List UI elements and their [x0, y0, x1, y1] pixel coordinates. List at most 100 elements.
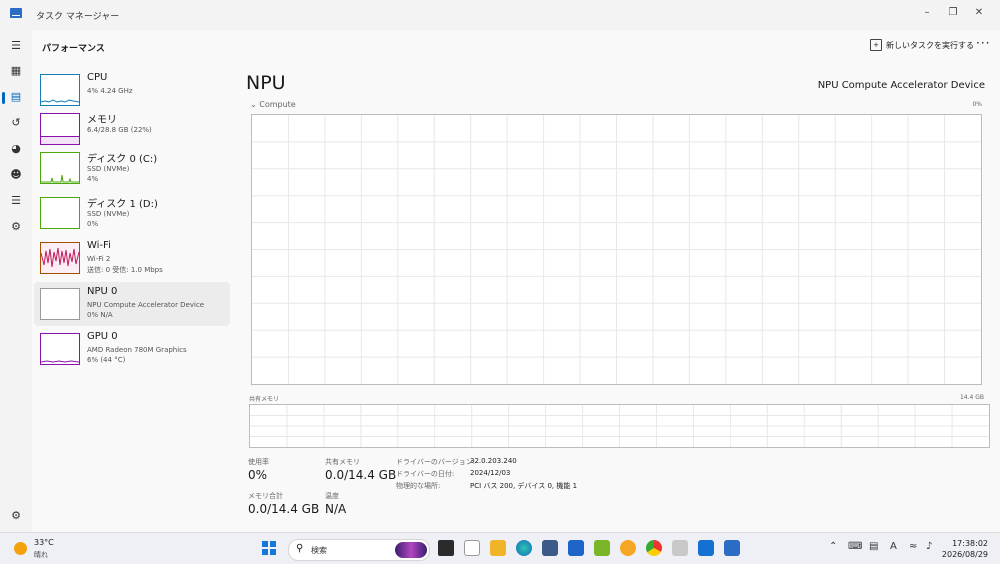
compute-graph: [251, 114, 982, 385]
task-manager-taskbar-icon[interactable]: [724, 540, 740, 556]
perf-item-detail: 送信: 0 受信: 1.0 Mbps: [87, 266, 163, 274]
file-explorer-icon[interactable]: [490, 540, 506, 556]
npu-thumbnail-graph: [40, 288, 80, 320]
startup-icon[interactable]: ◕: [8, 141, 24, 157]
disk0-thumbnail-graph: [40, 152, 80, 184]
chevron-down-icon: ⌄: [250, 100, 257, 109]
clock[interactable]: 17:38:02 2026/08/29: [942, 538, 988, 560]
performance-icon[interactable]: ▤: [8, 89, 24, 105]
app-history-icon[interactable]: ↺: [8, 115, 24, 131]
perf-item-detail: AMD Radeon 780M Graphics: [87, 346, 187, 354]
windows-start-icon[interactable]: [262, 541, 276, 555]
taskbar-search[interactable]: ⚲ 検索: [288, 539, 430, 561]
perf-item-detail: 0% N/A: [87, 311, 113, 319]
device-name: NPU Compute Accelerator Device: [817, 80, 985, 91]
perf-item-detail: 4%: [87, 175, 99, 183]
driver-version-value: 32.0.203.240: [470, 457, 517, 465]
app-icon-orange[interactable]: [620, 540, 636, 556]
more-options-button[interactable]: ···: [976, 36, 990, 50]
perf-item-npu[interactable]: NPU 0 NPU Compute Accelerator Device 0% …: [34, 282, 230, 326]
perf-item-wifi[interactable]: Wi-Fi Wi-Fi 2 送信: 0 受信: 1.0 Mbps: [34, 236, 230, 280]
perf-item-detail: SSD (NVMe): [87, 165, 130, 173]
perf-item-name: メモリ: [87, 115, 117, 126]
gpu-thumbnail-graph: [40, 333, 80, 365]
maximize-button[interactable]: ❐: [943, 4, 963, 22]
run-task-label: 新しいタスクを実行する: [886, 40, 974, 50]
compute-graph-max: 0%: [972, 101, 982, 108]
ime-mode-icon[interactable]: A: [890, 541, 897, 552]
keyboard-icon[interactable]: ⌨: [848, 541, 862, 552]
hamburger-icon[interactable]: ☰: [8, 38, 24, 54]
perf-item-name: Wi-Fi: [87, 240, 111, 251]
settings-icon[interactable]: ⚙: [8, 508, 24, 524]
disk1-thumbnail-graph: [40, 197, 80, 229]
navigation-rail: ☰ ▦ ▤ ↺ ◕ ☻ ☰ ⚙ ⚙: [0, 30, 32, 532]
compute-graph-label[interactable]: ⌄ Compute: [250, 100, 296, 109]
driver-date-label: ドライバーの日付:: [396, 470, 455, 478]
perf-item-name: ディスク 0 (C:): [87, 154, 158, 165]
services-icon[interactable]: ⚙: [8, 219, 24, 235]
task-manager-icon: [10, 8, 22, 18]
shared-memory-graph-label: 共有メモリ: [249, 396, 280, 403]
compute-graph-grid: [252, 115, 981, 384]
widgets-icon[interactable]: [464, 540, 480, 556]
npu-detail-panel: NPU NPU Compute Accelerator Device ⌄ Com…: [234, 62, 1000, 532]
location-label: 物理的な場所:: [396, 482, 441, 490]
wifi-thumbnail-graph: [40, 242, 80, 274]
temperature-label: 温度: [325, 492, 339, 500]
cpu-thumbnail-graph: [40, 74, 80, 106]
task-view-icon[interactable]: [438, 540, 454, 556]
temperature-value: N/A: [325, 502, 347, 516]
shared-memory-value: 0.0/14.4 GB: [325, 468, 397, 482]
details-icon[interactable]: ☰: [8, 193, 24, 209]
perf-item-disk-1[interactable]: ディスク 1 (D:) SSD (NVMe) 0%: [34, 191, 230, 235]
perf-item-name: CPU: [87, 72, 108, 83]
perf-item-detail: 6% (44 °C): [87, 356, 126, 364]
memory-thumbnail-graph: [40, 113, 80, 145]
minimize-button[interactable]: –: [917, 4, 937, 22]
remote-desktop-icon[interactable]: [698, 540, 714, 556]
window-title: タスク マネージャー: [36, 12, 120, 22]
processes-icon[interactable]: ▦: [8, 63, 24, 79]
performance-list: CPU 4% 4.24 GHz メモリ 6.4/28.8 GB (22%) ディ…: [32, 62, 234, 532]
clock-date: 2026/08/29: [941, 550, 988, 559]
mail-icon[interactable]: [568, 540, 584, 556]
drive-icon[interactable]: ▤: [869, 541, 878, 552]
perf-item-memory[interactable]: メモリ 6.4/28.8 GB (22%): [34, 107, 230, 151]
driver-date-value: 2024/12/03: [470, 469, 511, 477]
run-new-task-button[interactable]: + 新しいタスクを実行する: [870, 39, 974, 51]
command-bar: パフォーマンス + 新しいタスクを実行する ···: [32, 30, 1000, 63]
usage-value: 0%: [248, 468, 268, 482]
volume-icon[interactable]: ♪: [926, 541, 932, 552]
page-title: パフォーマンス: [42, 44, 105, 54]
weather-condition[interactable]: 晴れ: [34, 550, 48, 560]
sun-icon[interactable]: [14, 542, 27, 555]
perf-item-name: ディスク 1 (D:): [87, 199, 158, 210]
perf-item-disk-0[interactable]: ディスク 0 (C:) SSD (NVMe) 4%: [34, 146, 230, 190]
perf-item-detail: Wi-Fi 2: [87, 255, 111, 263]
snipping-tool-icon[interactable]: [672, 540, 688, 556]
shared-memory-graph-max: 14.4 GB: [959, 394, 984, 401]
shared-memory-graph: [249, 404, 990, 448]
close-button[interactable]: ✕: [969, 4, 989, 22]
shared-memory-label: 共有メモリ: [325, 458, 360, 466]
location-value: PCI バス 200, デバイス 0, 機能 1: [470, 482, 578, 490]
search-highlight-image: [395, 542, 427, 558]
chevron-up-icon[interactable]: ⌃: [829, 541, 837, 552]
wifi-icon[interactable]: ≈: [909, 541, 917, 552]
shared-memory-graph-grid: [250, 405, 989, 447]
store-icon[interactable]: [542, 540, 558, 556]
chrome-icon[interactable]: [646, 540, 662, 556]
edge-icon[interactable]: [516, 540, 532, 556]
users-icon[interactable]: ☻: [8, 167, 24, 183]
taskbar: 33°C 晴れ ⚲ 検索 ⌃ ⌨ ▤ A ≈ ♪ 17:38:02 2026/0…: [0, 532, 1000, 564]
driver-version-label: ドライバーのバージョン:: [396, 458, 476, 466]
vs-icon[interactable]: [594, 540, 610, 556]
perf-item-detail: SSD (NVMe): [87, 210, 130, 218]
weather-temperature[interactable]: 33°C: [34, 538, 54, 547]
nav-selection-indicator: [2, 92, 5, 104]
device-title: NPU: [246, 72, 286, 94]
usage-label: 使用率: [248, 458, 269, 466]
perf-item-gpu[interactable]: GPU 0 AMD Radeon 780M Graphics 6% (44 °C…: [34, 327, 230, 371]
perf-item-cpu[interactable]: CPU 4% 4.24 GHz: [34, 68, 230, 112]
